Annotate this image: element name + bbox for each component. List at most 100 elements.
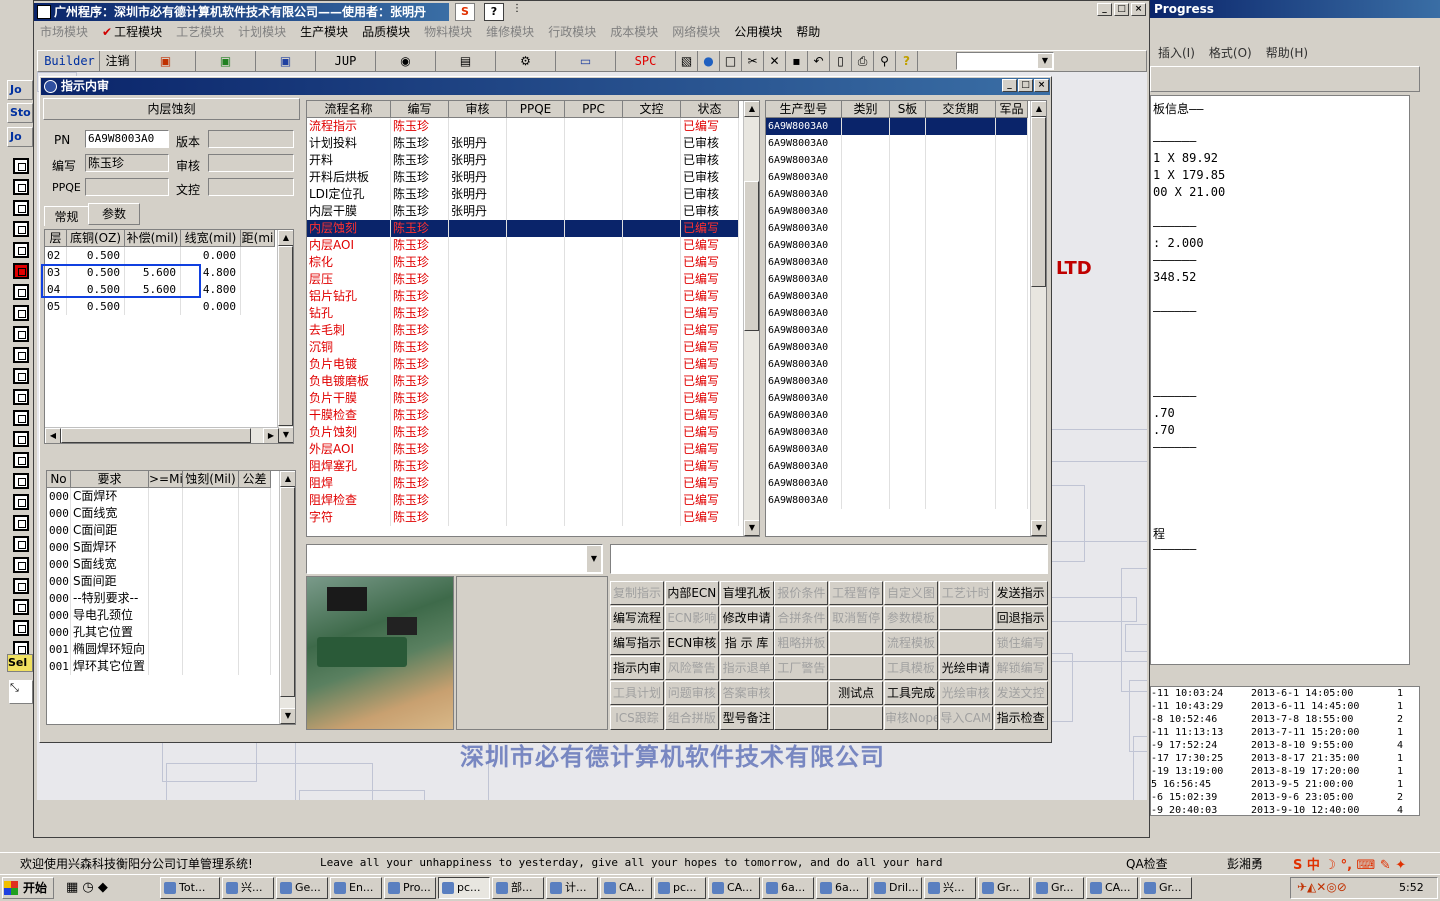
dialog-minimize-button[interactable]: _ xyxy=(1002,79,1017,92)
model-scrollbar[interactable]: ▲ ▼ xyxy=(1030,101,1046,536)
grid-square-icon[interactable] xyxy=(13,389,29,405)
action-button-3-6[interactable]: 光绘申请 xyxy=(938,656,993,680)
cut-icon[interactable]: ✂ xyxy=(742,51,764,72)
action-button-1-6[interactable] xyxy=(938,606,993,630)
scroll-down-icon[interactable]: ▼ xyxy=(744,520,759,536)
action-button-2-1[interactable]: ECN审核 xyxy=(664,631,719,655)
grid-square-icon[interactable] xyxy=(13,200,29,216)
menu-item-1[interactable]: ✔ 工程模块 xyxy=(102,25,162,39)
scroll-down-icon[interactable]: ▼ xyxy=(1031,520,1046,536)
server-icon[interactable]: ▤ xyxy=(436,51,496,72)
action-button-1-0[interactable]: 编写流程 xyxy=(610,606,664,630)
taskbar-item-6[interactable]: 部... xyxy=(492,877,544,899)
pn-field[interactable]: 6A9W8003A0 xyxy=(85,130,169,148)
flow-row[interactable]: 外层AOI 陈玉珍 已编写 xyxy=(307,441,739,458)
menu-item-6[interactable]: 物料模块 xyxy=(424,25,472,39)
taskbar-item-0[interactable]: Tot... xyxy=(160,877,220,899)
grid-square-icon[interactable] xyxy=(13,305,29,321)
scroll-thumb[interactable] xyxy=(280,487,295,697)
action-button-3-4[interactable] xyxy=(829,656,884,680)
bg-menu-item[interactable]: 帮助(H) xyxy=(1266,46,1308,60)
network-icon[interactable]: ⚙ xyxy=(496,51,556,72)
action-button-4-7[interactable]: 发送文控 xyxy=(993,681,1048,705)
action-button-1-7[interactable]: 回退指示 xyxy=(993,606,1048,630)
ppqe-field[interactable] xyxy=(85,178,169,196)
flow-row[interactable]: 负片干膜 陈玉珍 已编写 xyxy=(307,390,739,407)
model-header-1[interactable]: 类别 xyxy=(842,101,890,118)
flow-row[interactable]: 钻孔 陈玉珍 已编写 xyxy=(307,305,739,322)
preview-icon[interactable]: ▯ xyxy=(830,51,852,72)
action-button-4-1[interactable]: 问题审核 xyxy=(664,681,719,705)
toolbar-dropdown[interactable]: ▼ xyxy=(956,52,1054,70)
menu-item-8[interactable]: 行政模块 xyxy=(548,25,596,39)
grid-square-icon[interactable] xyxy=(13,179,29,195)
bg-menu-item[interactable]: 格式(O) xyxy=(1209,46,1252,60)
menu-item-2[interactable]: 工艺模块 xyxy=(176,25,224,39)
flow-row[interactable]: 内层蚀刻 陈玉珍 已编写 xyxy=(307,220,739,237)
doc-control-field[interactable] xyxy=(208,178,294,196)
flow-row[interactable]: 干膜检查 陈玉珍 已编写 xyxy=(307,407,739,424)
action-button-5-6[interactable]: 导入CAM xyxy=(938,706,993,730)
flow-header-2[interactable]: 审核 xyxy=(449,101,507,118)
model-header-0[interactable]: 生产型号 xyxy=(766,101,842,118)
flow-header-4[interactable]: PPC xyxy=(565,101,623,118)
flow-header-3[interactable]: PPQE xyxy=(507,101,565,118)
grid-square-icon[interactable] xyxy=(13,263,29,279)
taskbar-item-5[interactable]: pc... xyxy=(438,877,490,899)
flow-header-5[interactable]: 文控 xyxy=(623,101,681,118)
flow-header-6[interactable]: 状态 xyxy=(681,101,739,118)
action-button-5-0[interactable]: ICS跟踪 xyxy=(610,706,664,730)
layer-header-2[interactable]: 补偿(mil) xyxy=(125,230,181,247)
flow-row[interactable]: 开料 陈玉珍 张明丹 已审核 xyxy=(307,152,739,169)
scroll-up-icon[interactable]: ▲ xyxy=(280,471,295,487)
req-row[interactable]: 000 导电孔颈位 xyxy=(47,607,271,624)
layer-header-4[interactable]: 距(mi xyxy=(241,230,275,247)
action-button-2-6[interactable] xyxy=(938,631,993,655)
bg-menu-item[interactable]: 插入(I) xyxy=(1158,46,1195,60)
flow-row[interactable]: 阻焊 陈玉珍 已编写 xyxy=(307,475,739,492)
logout-button[interactable]: 注销 xyxy=(100,51,136,72)
flow-scrollbar[interactable]: ▲ ▼ xyxy=(743,101,759,536)
flow-row[interactable]: 内层干膜 陈玉珍 张明丹 已审核 xyxy=(307,203,739,220)
action-button-4-5[interactable]: 工具完成 xyxy=(884,681,938,705)
model-row[interactable]: 6A9W8003A0 xyxy=(766,254,1028,271)
close-button[interactable]: × xyxy=(1131,3,1146,16)
action-button-5-1[interactable]: 组合拼版 xyxy=(664,706,719,730)
flow-row[interactable]: 字符 陈玉珍 已编写 xyxy=(307,509,739,526)
action-button-5-2[interactable]: 型号备注 xyxy=(719,706,774,730)
tray-icons[interactable]: ✈◭✕◎⊘ xyxy=(1297,880,1347,894)
model-header-3[interactable]: 交货期 xyxy=(926,101,996,118)
action-button-2-5[interactable]: 流程模板 xyxy=(884,631,938,655)
model-row[interactable]: 6A9W8003A0 xyxy=(766,441,1028,458)
maximize-button[interactable]: □ xyxy=(1114,3,1129,16)
taskbar-item-10[interactable]: CA... xyxy=(708,877,760,899)
flow-row[interactable]: 去毛刺 陈玉珍 已编写 xyxy=(307,322,739,339)
model-row[interactable]: 6A9W8003A0 xyxy=(766,390,1028,407)
layer-header-1[interactable]: 底铜(OZ) xyxy=(67,230,125,247)
layer-hscrollbar[interactable]: ◀ ▶ xyxy=(45,427,279,443)
hscroll-thumb[interactable] xyxy=(61,428,251,443)
scroll-up-icon[interactable]: ▲ xyxy=(278,230,293,246)
flow-row[interactable]: 铝片钻孔 陈玉珍 已编写 xyxy=(307,288,739,305)
layer-row[interactable]: 05 0.500 0.000 xyxy=(45,298,275,315)
writer-field[interactable]: 陈玉珍 xyxy=(85,154,169,172)
scroll-thumb[interactable] xyxy=(278,246,293,426)
action-button-4-3[interactable] xyxy=(774,681,829,705)
flow-header-0[interactable]: 流程名称 xyxy=(307,101,391,118)
model-row[interactable]: 6A9W8003A0 xyxy=(766,237,1028,254)
menu-item-10[interactable]: 网络模块 xyxy=(672,25,720,39)
model-row[interactable]: 6A9W8003A0 xyxy=(766,407,1028,424)
action-button-5-4[interactable] xyxy=(829,706,884,730)
grid-square-icon[interactable] xyxy=(13,473,29,489)
tab-params[interactable]: 参数 xyxy=(88,203,140,225)
layer-header-3[interactable]: 线宽(mil) xyxy=(181,230,241,247)
action-button-4-2[interactable]: 答案审核 xyxy=(719,681,774,705)
resize-icon[interactable]: ⤡ xyxy=(9,680,33,704)
flow-row[interactable]: 沉铜 陈玉珍 已编写 xyxy=(307,339,739,356)
model-row[interactable]: 6A9W8003A0 xyxy=(766,492,1028,509)
scroll-left-icon[interactable]: ◀ xyxy=(45,428,61,443)
taskbar-item-15[interactable]: Gr... xyxy=(978,877,1030,899)
dialog-maximize-button[interactable]: □ xyxy=(1018,79,1033,92)
taskbar-item-13[interactable]: Dril... xyxy=(870,877,922,899)
action-button-2-0[interactable]: 编写指示 xyxy=(610,631,664,655)
